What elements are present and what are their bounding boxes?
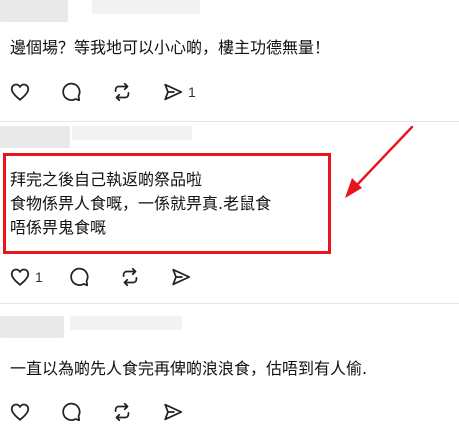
username-redacted (72, 126, 192, 140)
heart-icon (10, 403, 30, 421)
send-icon (164, 83, 183, 101)
reply-button[interactable] (60, 400, 86, 424)
reply-button[interactable] (60, 80, 86, 104)
heart-icon (10, 268, 30, 286)
share-button[interactable] (170, 265, 196, 289)
share-count: 1 (188, 84, 196, 100)
like-button[interactable]: 1 (9, 265, 43, 289)
like-button[interactable] (9, 80, 35, 104)
comment-bubble-icon (70, 267, 89, 287)
repost-button[interactable] (111, 80, 137, 104)
avatar (0, 0, 68, 22)
share-button[interactable] (162, 400, 188, 424)
like-button[interactable] (9, 400, 35, 424)
repost-icon (122, 267, 138, 287)
comment-text: 邊個場？等我地可以小心啲，樓主功德無量！ (10, 38, 331, 57)
heart-icon (10, 83, 30, 101)
repost-icon (114, 402, 130, 422)
repost-button[interactable] (119, 265, 145, 289)
action-bar: 1 (9, 80, 221, 104)
action-bar (9, 400, 213, 424)
send-icon (172, 268, 190, 286)
like-count: 1 (35, 269, 43, 285)
comment-bubble-icon (62, 402, 81, 422)
repost-button[interactable] (111, 400, 137, 424)
username-redacted (92, 0, 200, 14)
highlight-box (3, 153, 331, 254)
username-redacted (70, 316, 182, 330)
divider (0, 303, 459, 304)
comment-text: 一直以為啲先人食完再俾啲浪浪食，估唔到有人偷. (10, 359, 368, 378)
avatar (0, 316, 64, 338)
repost-icon (114, 82, 130, 102)
reply-button[interactable] (68, 265, 94, 289)
send-icon (164, 403, 183, 421)
share-button[interactable]: 1 (162, 80, 196, 104)
comment-bubble-icon (62, 82, 81, 102)
action-bar: 1 (9, 265, 221, 289)
divider (0, 121, 459, 122)
avatar (0, 126, 70, 148)
